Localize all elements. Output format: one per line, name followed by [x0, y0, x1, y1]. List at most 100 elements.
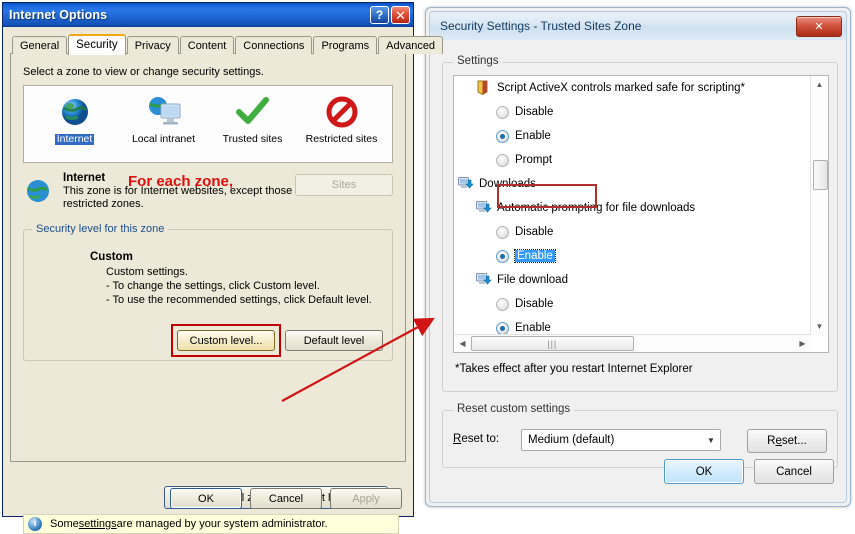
takes-effect-note: *Takes effect after you restart Internet… [455, 363, 693, 375]
zone-selector: Internet Local intranet Trusted sites Re… [23, 85, 393, 163]
custom-level-button-wrapper: Custom level... [171, 324, 281, 357]
security-settings-window: Security Settings - Trusted Sites Zone ✕… [425, 7, 851, 507]
sites-button[interactable]: Sites [295, 174, 393, 196]
settings-list[interactable]: Script ActiveX controls marked safe for … [453, 75, 829, 353]
list-item-label: Script ActiveX controls marked safe for … [497, 82, 745, 94]
cancel-button[interactable]: Cancel [250, 488, 322, 509]
internet-options-client: General Security Privacy Content Connect… [3, 27, 444, 534]
list-item-label: Disable [515, 106, 554, 118]
globe-icon-small [23, 172, 61, 211]
security-level-name: Custom [90, 251, 133, 263]
help-button[interactable]: ? [370, 6, 389, 24]
list-item-label: Disable [515, 298, 554, 310]
titlebar-buttons: ? ✕ [370, 6, 410, 24]
list-item-label: Enable [515, 322, 551, 334]
ok-button[interactable]: OK [170, 488, 242, 509]
list-item-label: File download [497, 274, 568, 286]
tab-advanced[interactable]: Advanced [378, 36, 444, 54]
list-item-label: Enable [514, 249, 556, 263]
tab-connections[interactable]: Connections [235, 36, 313, 54]
scroll-right-icon[interactable]: ▶ [794, 339, 811, 348]
window-title: Internet Options [9, 8, 108, 22]
scroll-down-icon[interactable]: ▼ [811, 318, 828, 335]
tab-programs[interactable]: Programs [313, 36, 378, 54]
radio-button[interactable] [496, 129, 509, 143]
default-level-button[interactable]: Default level [285, 330, 383, 351]
radio-button[interactable] [496, 249, 509, 263]
apply-button: Apply [330, 488, 402, 509]
settings-vertical-scrollbar[interactable]: ▲ ▼ [810, 76, 828, 335]
tab-content[interactable]: Content [179, 36, 235, 54]
reset-to-select[interactable]: Medium (default) ▼ [521, 429, 721, 451]
radio-button[interactable] [496, 321, 509, 335]
security-level-legend: Security level for this zone [32, 223, 169, 235]
reset-custom-legend: Reset custom settings [453, 403, 575, 415]
list-item[interactable]: Disable [454, 292, 811, 316]
tab-security[interactable]: Security [68, 34, 126, 55]
list-item[interactable]: Script ActiveX controls marked safe for … [454, 76, 811, 100]
radio-button[interactable] [496, 105, 509, 119]
reset-button[interactable]: Re set... [747, 429, 827, 453]
tab-general[interactable]: General [12, 36, 68, 54]
cancel-button[interactable]: Cancel [754, 459, 834, 484]
internet-options-titlebar: Internet Options ? ✕ [3, 3, 413, 27]
reset-to-selected-value: Medium (default) [528, 434, 615, 446]
settings-list-viewport: Script ActiveX controls marked safe for … [454, 76, 811, 335]
security-settings-footer: OK Cancel [664, 459, 834, 484]
close-icon[interactable]: ✕ [796, 15, 842, 37]
zone-internet[interactable]: Internet [30, 90, 119, 162]
security-level-lines: Custom settings. - To change the setting… [106, 265, 392, 307]
security-settings-titlebar: Security Settings - Trusted Sites Zone ✕ [430, 12, 846, 40]
tab-bar: General Security Privacy Content Connect… [10, 33, 444, 55]
list-item[interactable]: Prompt [454, 148, 811, 172]
scroll-left-icon[interactable]: ◀ [454, 339, 471, 348]
radio-button[interactable] [496, 297, 509, 311]
settings-horizontal-scrollbar[interactable]: ◀ ||| ▶ [454, 334, 811, 352]
zone-label-local-intranet: Local intranet [131, 133, 196, 145]
globe-icon [57, 92, 93, 132]
zone-restricted-sites[interactable]: Restricted sites [297, 90, 386, 162]
list-item[interactable]: Disable [454, 220, 811, 244]
list-item[interactable]: Enable [454, 244, 811, 268]
admin-notice: i Some settings are managed by your syst… [23, 514, 399, 534]
radio-button[interactable] [496, 153, 509, 167]
zone-local-intranet[interactable]: Local intranet [119, 90, 208, 162]
zone-hint: Select a zone to view or change security… [23, 66, 264, 78]
list-item[interactable]: Enable [454, 124, 811, 148]
list-item-label: Automatic prompting for file downloads [497, 202, 696, 214]
security-settings-inner: Security Settings - Trusted Sites Zone ✕… [429, 11, 847, 503]
custom-level-button[interactable]: Custom level... [177, 330, 275, 351]
info-icon: i [28, 517, 42, 531]
download-computer-icon [476, 200, 493, 216]
reset-to-label: Reset to: [453, 433, 500, 445]
scroll-up-icon[interactable]: ▲ [811, 76, 828, 93]
settings-legend: Settings [453, 55, 503, 67]
red-prohibited-icon [325, 92, 359, 132]
list-item[interactable]: Automatic prompting for file downloads [454, 196, 811, 220]
close-icon[interactable]: ✕ [391, 6, 410, 24]
zone-trusted-sites[interactable]: Trusted sites [208, 90, 297, 162]
ok-button[interactable]: OK [664, 459, 744, 484]
zone-label-internet: Internet [54, 133, 95, 145]
security-level-line-1: Custom settings. [106, 266, 188, 278]
vertical-scroll-thumb[interactable] [813, 160, 828, 190]
security-settings-body: Settings Script ActiveX controls marked … [430, 40, 846, 502]
horizontal-scroll-thumb[interactable]: ||| [471, 336, 634, 351]
chevron-down-icon[interactable]: ▼ [702, 436, 720, 445]
security-level-line-3: - To use the recommended settings, click… [106, 294, 372, 306]
list-item[interactable]: Enable [454, 316, 811, 335]
security-tab-panel: Select a zone to view or change security… [10, 53, 406, 534]
security-settings-title: Security Settings - Trusted Sites Zone [440, 19, 642, 33]
tab-privacy[interactable]: Privacy [126, 36, 179, 54]
settings-group: Settings Script ActiveX controls marked … [442, 55, 838, 392]
globe-monitor-icon [145, 92, 183, 132]
security-level-group: Security level for this zone Custom Cust… [23, 223, 393, 361]
green-check-icon [235, 92, 271, 132]
radio-button[interactable] [496, 225, 509, 239]
reset-to-label-rest: eset to: [461, 433, 500, 445]
list-item[interactable]: Disable [454, 100, 811, 124]
list-item[interactable]: Downloads [454, 172, 811, 196]
list-item-label: Prompt [515, 154, 553, 166]
list-item[interactable]: File download [454, 268, 811, 292]
activex-shield-icon [476, 80, 493, 96]
